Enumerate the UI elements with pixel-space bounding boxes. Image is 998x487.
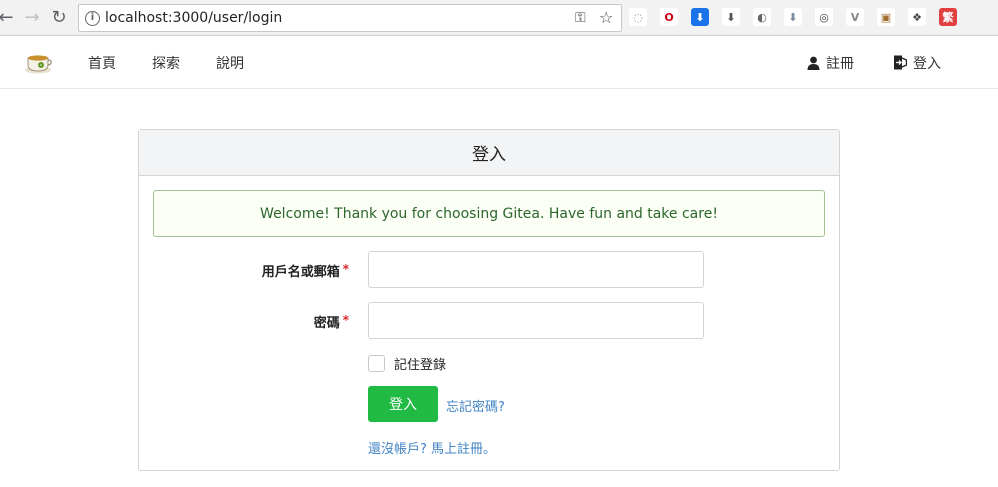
username-input[interactable]	[368, 251, 704, 288]
welcome-flash-message: Welcome! Thank you for choosing Gitea. H…	[153, 190, 825, 237]
user-icon	[807, 56, 820, 70]
bookmark-star-icon[interactable]: ☆	[599, 8, 613, 27]
ext-traditional-chinese-icon[interactable]: 繁	[939, 8, 957, 26]
ext-www-icon[interactable]: ◎	[815, 8, 833, 26]
signin-submit-button[interactable]: 登入	[368, 386, 438, 422]
app-navbar: 首頁 探索 說明 註冊 登入	[0, 37, 998, 89]
remember-me-label: 記住登錄	[394, 357, 447, 373]
forgot-password-link[interactable]: 忘記密碼?	[446, 396, 505, 415]
ext-arrow-down-icon[interactable]: ⬇	[784, 8, 802, 26]
ext-download-box-icon[interactable]: ⬇	[722, 8, 740, 26]
nav-home[interactable]: 首頁	[88, 53, 116, 73]
ext-blue-download-icon[interactable]: ⬇	[691, 8, 709, 26]
ext-evernote-icon[interactable]: ❖	[908, 8, 926, 26]
ext-opera-icon[interactable]: O	[660, 8, 678, 26]
nav-explore[interactable]: 探索	[152, 53, 180, 73]
register-label: 註冊	[826, 56, 854, 72]
address-bar[interactable]: i ⚿ ☆	[78, 4, 622, 32]
remember-me-checkbox[interactable]	[368, 354, 385, 372]
login-form: 登入 Welcome! Thank you for choosing Gitea…	[138, 129, 840, 471]
nav-signin[interactable]: 登入	[893, 53, 941, 73]
password-label-text: 密碼	[313, 316, 340, 331]
forward-arrow-icon[interactable]: →	[20, 6, 44, 30]
username-required-mark: *	[342, 262, 349, 276]
gitea-logo-icon[interactable]	[24, 49, 52, 75]
remember-me[interactable]: 記住登錄	[368, 354, 447, 373]
ext-speed-dial-icon[interactable]: ◌	[629, 8, 647, 26]
back-arrow-icon[interactable]: ←	[0, 6, 18, 30]
browser-toolbar: ← → ↻ i ⚿ ☆ ◌ O ⬇ ⬇ ◐ ⬇ ◎ V ▣ ❖ 繁	[0, 0, 998, 36]
reload-icon[interactable]: ↻	[47, 6, 71, 30]
ext-vue-icon[interactable]: V	[846, 8, 864, 26]
ext-image-icon[interactable]: ▣	[877, 8, 895, 26]
key-icon[interactable]: ⚿	[575, 10, 586, 26]
password-label: 密碼 *	[139, 312, 349, 331]
username-label: 用戶名或郵箱 *	[139, 261, 349, 280]
password-input[interactable]	[368, 302, 704, 339]
nav-register[interactable]: 註冊	[807, 53, 854, 73]
signin-label: 登入	[913, 56, 941, 72]
ext-grey-circle-icon[interactable]: ◐	[753, 8, 771, 26]
username-label-text: 用戶名或郵箱	[261, 265, 340, 280]
sign-in-door-icon	[894, 55, 907, 70]
signup-link[interactable]: 還沒帳戶? 馬上註冊。	[368, 438, 496, 457]
site-info-icon[interactable]: i	[85, 11, 100, 26]
nav-help[interactable]: 說明	[216, 53, 244, 73]
login-form-title: 登入	[139, 130, 839, 176]
password-required-mark: *	[342, 313, 349, 327]
url-input[interactable]	[105, 8, 565, 28]
